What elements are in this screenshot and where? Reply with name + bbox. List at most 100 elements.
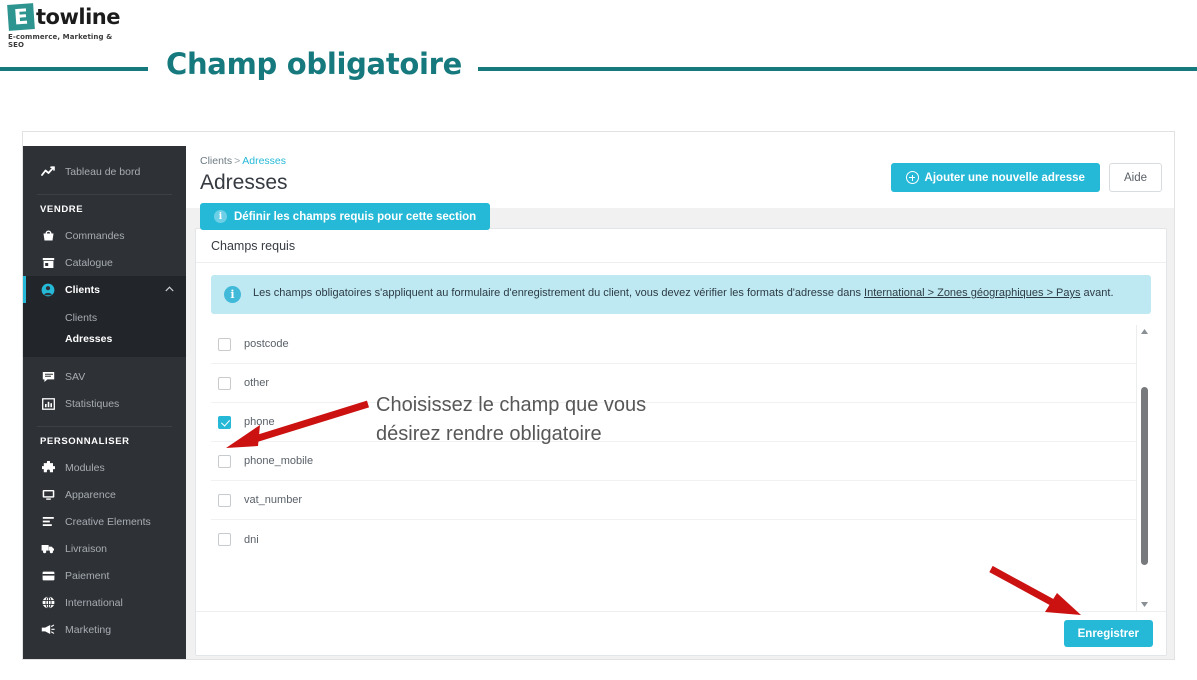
admin-app: Tableau de bord VENDRE Commandes Catalog… [23,146,1175,660]
sidebar-item-modules[interactable]: Modules [23,454,186,481]
sidebar-item-tableau-de-bord[interactable]: Tableau de bord [23,158,186,185]
layers-icon [40,515,56,529]
brand-logo: E towline E-commerce, Marketing & SEO [8,4,128,52]
field-row[interactable]: dni [211,520,1136,559]
sidebar-item-clients[interactable]: Clients [23,276,186,303]
sidebar-submenu-clients: Clients Adresses [23,303,186,357]
add-new-address-label: Ajouter une nouvelle adresse [925,172,1085,184]
info-icon: i [214,210,227,223]
checkbox-dni[interactable] [218,533,231,546]
breadcrumb-parent[interactable]: Clients [200,155,232,167]
main-content: Clients>Adresses Adresses Ajouter une no… [186,146,1175,660]
sidebar-subitem-clients[interactable]: Clients [23,307,186,328]
chat-icon [40,370,56,384]
globe-icon [40,596,56,610]
sidebar-item-label: SAV [65,371,85,383]
sidebar-item-label: Creative Elements [65,516,151,528]
triangle-down-icon[interactable] [1137,598,1151,611]
sidebar-item-sav[interactable]: SAV [23,363,186,390]
breadcrumb-separator: > [234,155,240,167]
field-label: dni [244,534,259,546]
help-button[interactable]: Aide [1109,163,1162,192]
panel-body: i Les champs obligatoires s'appliquent a… [196,263,1166,611]
triangle-up-icon[interactable] [1137,325,1151,338]
sidebar-item-statistiques[interactable]: Statistiques [23,390,186,417]
field-label: phone [244,416,275,428]
info-alert-text-after: avant. [1081,287,1114,299]
sidebar-item-international[interactable]: International [23,589,186,616]
sidebar-divider-2 [37,426,172,427]
brand-badge-letter: E [7,3,35,31]
sidebar-item-label: Paiement [65,570,109,582]
brand-logo-row: E towline [8,4,128,30]
scrollbar-thumb[interactable] [1141,387,1148,565]
field-row[interactable]: vat_number [211,481,1136,520]
help-button-label: Aide [1124,172,1147,184]
required-fields-list: postcode other phone phone_mobile [211,325,1136,611]
sidebar-item-marketing[interactable]: Marketing [23,616,186,643]
sidebar-item-label: Statistiques [65,398,119,410]
sidebar-heading-personnaliser: PERSONNALISER [23,436,186,447]
megaphone-icon [40,623,56,637]
sidebar-item-livraison[interactable]: Livraison [23,535,186,562]
define-required-fields-button[interactable]: i Définir les champs requis pour cette s… [200,203,490,230]
save-button[interactable]: Enregistrer [1064,620,1153,647]
field-row[interactable]: other [211,364,1136,403]
sidebar-item-label: Catalogue [65,257,113,269]
bar-chart-icon [40,397,56,411]
banner-rule-right [478,67,1197,71]
sidebar-item-label: International [65,597,123,609]
content-header: Clients>Adresses Adresses Ajouter une no… [186,146,1175,208]
sidebar-item-catalogue[interactable]: Catalogue [23,249,186,276]
plus-circle-icon [906,171,919,184]
list-scrollbar[interactable] [1136,325,1151,611]
field-label: vat_number [244,494,302,506]
checkbox-phone[interactable] [218,416,231,429]
checkbox-phone-mobile[interactable] [218,455,231,468]
sidebar-item-paiement[interactable]: Paiement [23,562,186,589]
sidebar: Tableau de bord VENDRE Commandes Catalog… [23,146,186,660]
sidebar-item-label: Marketing [65,624,111,636]
sidebar-item-label: Tableau de bord [65,166,140,178]
international-zones-link[interactable]: International > Zones géographiques > Pa… [864,287,1080,299]
field-label: other [244,377,269,389]
info-alert-text-before: Les champs obligatoires s'appliquent au … [253,287,864,299]
field-label: phone_mobile [244,455,313,467]
monitor-icon [40,488,56,502]
sidebar-item-label: Apparence [65,489,116,501]
field-label: postcode [244,338,289,350]
panel-footer: Enregistrer [196,611,1166,655]
store-icon [40,256,56,270]
brand-tagline: E-commerce, Marketing & SEO [8,33,128,49]
banner: Champ obligatoire [0,56,1197,80]
chevron-up-icon[interactable] [165,286,174,294]
panel-header: Champs requis [196,229,1166,263]
info-alert-text: Les champs obligatoires s'appliquent au … [253,286,1114,303]
breadcrumb-current[interactable]: Adresses [242,155,286,167]
info-alert: i Les champs obligatoires s'appliquent a… [211,275,1151,314]
sidebar-item-apparence[interactable]: Apparence [23,481,186,508]
chart-line-icon [40,165,56,179]
checkbox-other[interactable] [218,377,231,390]
field-row[interactable]: phone [211,403,1136,442]
checkbox-vat-number[interactable] [218,494,231,507]
sidebar-heading-vendre: VENDRE [23,204,186,215]
required-fields-list-wrap: postcode other phone phone_mobile [211,325,1151,611]
screenshot-frame: Tableau de bord VENDRE Commandes Catalog… [22,131,1175,660]
field-row[interactable]: postcode [211,325,1136,364]
sidebar-item-creative-elements[interactable]: Creative Elements [23,508,186,535]
field-row[interactable]: phone_mobile [211,442,1136,481]
info-icon: i [224,286,241,303]
add-new-address-button[interactable]: Ajouter une nouvelle adresse [891,163,1100,192]
sidebar-item-label: Modules [65,462,105,474]
checkbox-postcode[interactable] [218,338,231,351]
define-required-fields-label: Définir les champs requis pour cette sec… [234,211,476,223]
sidebar-subitem-adresses[interactable]: Adresses [23,328,186,349]
required-fields-panel: Champs requis i Les champs obligatoires … [195,228,1167,656]
user-circle-icon [40,283,56,297]
panel-title: Champs requis [211,239,295,253]
sidebar-item-commandes[interactable]: Commandes [23,222,186,249]
sidebar-item-label: Commandes [65,230,125,242]
banner-rule-left [0,67,148,71]
truck-icon [40,542,56,556]
